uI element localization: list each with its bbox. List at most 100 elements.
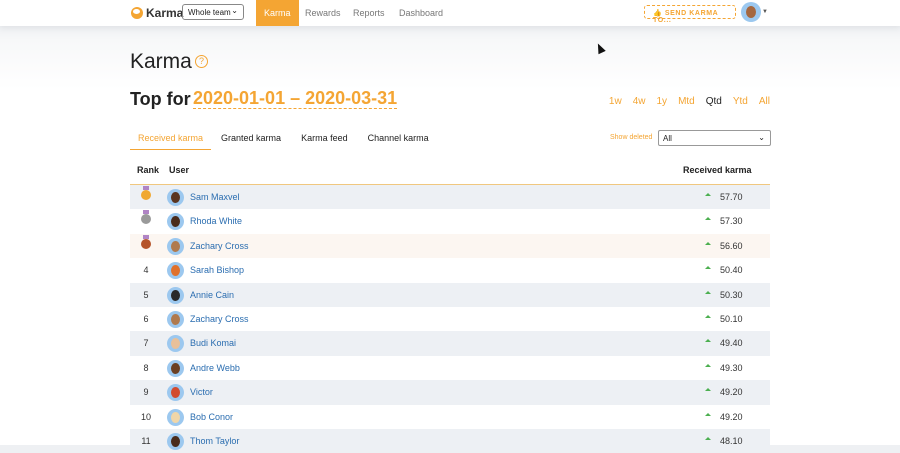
rank: 10 (140, 411, 151, 422)
karma-value: 50.10 (720, 313, 743, 324)
user-link[interactable]: Bob Conor (190, 412, 233, 422)
mouse-cursor (594, 41, 606, 55)
thumbs-up-icon: 👍 (653, 10, 663, 17)
trend-up-icon (705, 436, 711, 440)
tab-received-karma[interactable]: Received karma (130, 133, 212, 150)
avatar[interactable] (167, 408, 184, 426)
caret-down-icon[interactable]: ▼ (762, 9, 768, 15)
user-link[interactable]: Victor (190, 387, 213, 397)
trend-up-icon (705, 314, 711, 318)
logo[interactable]: Karma (131, 6, 183, 20)
karma-value: 56.60 (720, 240, 743, 251)
tab-karma-feed[interactable]: Karma feed (291, 133, 358, 150)
user-link[interactable]: Sam Maxvel (190, 192, 240, 202)
table-row: 10 Bob Conor 49.20 (130, 405, 770, 429)
trend-up-icon (705, 290, 711, 294)
gold-medal-icon (141, 186, 151, 200)
nav-tab-rewards[interactable]: Rewards (305, 0, 341, 26)
avatar[interactable] (167, 237, 184, 255)
karma-logo-icon (131, 7, 143, 19)
trend-up-icon (705, 339, 711, 343)
rank: 11 (141, 435, 151, 446)
show-deleted-select[interactable]: All ⌄ (658, 130, 771, 146)
avatar[interactable] (167, 262, 184, 280)
header-user: User (169, 165, 190, 175)
avatar[interactable] (167, 286, 184, 304)
send-karma-button[interactable]: 👍 SEND KARMA TO... (644, 5, 736, 24)
avatar[interactable] (167, 213, 184, 231)
user-link[interactable]: Sarah Bishop (190, 265, 244, 275)
page-title: Karma (130, 50, 192, 73)
tab-granted-karma[interactable]: Granted karma (211, 133, 291, 150)
header-rank: Rank (137, 165, 160, 175)
avatar[interactable] (167, 432, 184, 450)
show-deleted-label: Show deleted (610, 134, 653, 141)
chevron-down-icon: ⌄ (758, 133, 765, 142)
table-row: Rhoda White 57.30 (130, 209, 770, 233)
user-link[interactable]: Zachary Cross (190, 314, 249, 324)
period-selector: 1w 4w 1y Mtd Qtd Ytd All (609, 96, 770, 107)
avatar[interactable] (167, 384, 184, 402)
trend-up-icon (705, 241, 711, 245)
user-link[interactable]: Andre Webb (190, 363, 240, 373)
nav-tab-karma[interactable]: Karma (256, 0, 299, 26)
rank: 9 (143, 387, 149, 398)
period-ytd[interactable]: Ytd (733, 96, 748, 107)
date-range-picker[interactable]: 2020-01-01 – 2020-03-31 (193, 89, 398, 109)
avatar[interactable] (167, 310, 184, 328)
help-icon[interactable]: ? (195, 55, 208, 68)
rank: 5 (143, 289, 149, 300)
period-mtd[interactable]: Mtd (678, 96, 695, 107)
karma-value: 48.10 (720, 435, 743, 446)
rank: 4 (143, 265, 149, 276)
table-row: 6 Zachary Cross 50.10 (130, 307, 770, 331)
chevron-down-icon: ⌄ (231, 6, 238, 15)
karma-value: 49.30 (720, 362, 743, 373)
user-link[interactable]: Annie Cain (190, 290, 234, 300)
karma-value: 49.20 (720, 411, 743, 422)
user-link[interactable]: Thom Taylor (190, 436, 239, 446)
top-navbar: Karma Whole team ⌄ Karma Rewards Reports … (0, 0, 900, 26)
nav-tab-dashboard[interactable]: Dashboard (399, 0, 443, 26)
table-row: 5 Annie Cain 50.30 (130, 282, 770, 307)
top-for-label: Top for (130, 89, 191, 109)
silver-medal-icon (141, 210, 151, 225)
user-link[interactable]: Rhoda White (190, 216, 242, 226)
table-header: Rank User Received karma (130, 160, 770, 185)
karma-value: 49.40 (720, 338, 743, 349)
nav-tab-reports[interactable]: Reports (353, 0, 385, 26)
rank: 8 (143, 362, 149, 373)
karma-value: 50.40 (720, 265, 743, 276)
trend-up-icon (705, 388, 711, 392)
user-link[interactable]: Budi Komai (190, 338, 236, 348)
table-row: 9 Victor 49.20 (130, 380, 770, 405)
rank: 6 (143, 313, 149, 324)
rank: 7 (143, 338, 149, 349)
period-1w[interactable]: 1w (609, 96, 622, 107)
tab-channel-karma[interactable]: Channel karma (358, 133, 439, 150)
user-link[interactable]: Zachary Cross (190, 241, 249, 251)
karma-value: 57.70 (720, 192, 743, 202)
table-row: 7 Budi Komai 49.40 (130, 331, 770, 356)
table-row: 8 Andre Webb 49.30 (130, 356, 770, 380)
avatar[interactable] (167, 359, 184, 377)
karma-value: 50.30 (720, 289, 743, 300)
period-all[interactable]: All (759, 96, 770, 107)
bronze-medal-icon (141, 234, 151, 249)
period-qtd[interactable]: Qtd (706, 96, 722, 107)
trend-up-icon (705, 363, 711, 367)
user-avatar[interactable] (741, 2, 761, 22)
trend-up-icon (705, 217, 711, 221)
avatar[interactable] (167, 189, 184, 206)
header-received-karma[interactable]: Received karma (683, 165, 752, 175)
table-row: Sam Maxvel 57.70 (130, 185, 770, 210)
team-select[interactable]: Whole team ⌄ (182, 4, 244, 20)
period-1y[interactable]: 1y (657, 96, 668, 107)
trend-up-icon (705, 266, 711, 270)
table-row: Zachary Cross 56.60 (130, 233, 770, 259)
avatar[interactable] (167, 335, 184, 353)
table-row: 11 Thom Taylor 48.10 (130, 428, 770, 453)
table-row: 4 Sarah Bishop 50.40 (130, 258, 770, 282)
trend-up-icon (705, 412, 711, 416)
period-4w[interactable]: 4w (633, 96, 646, 107)
